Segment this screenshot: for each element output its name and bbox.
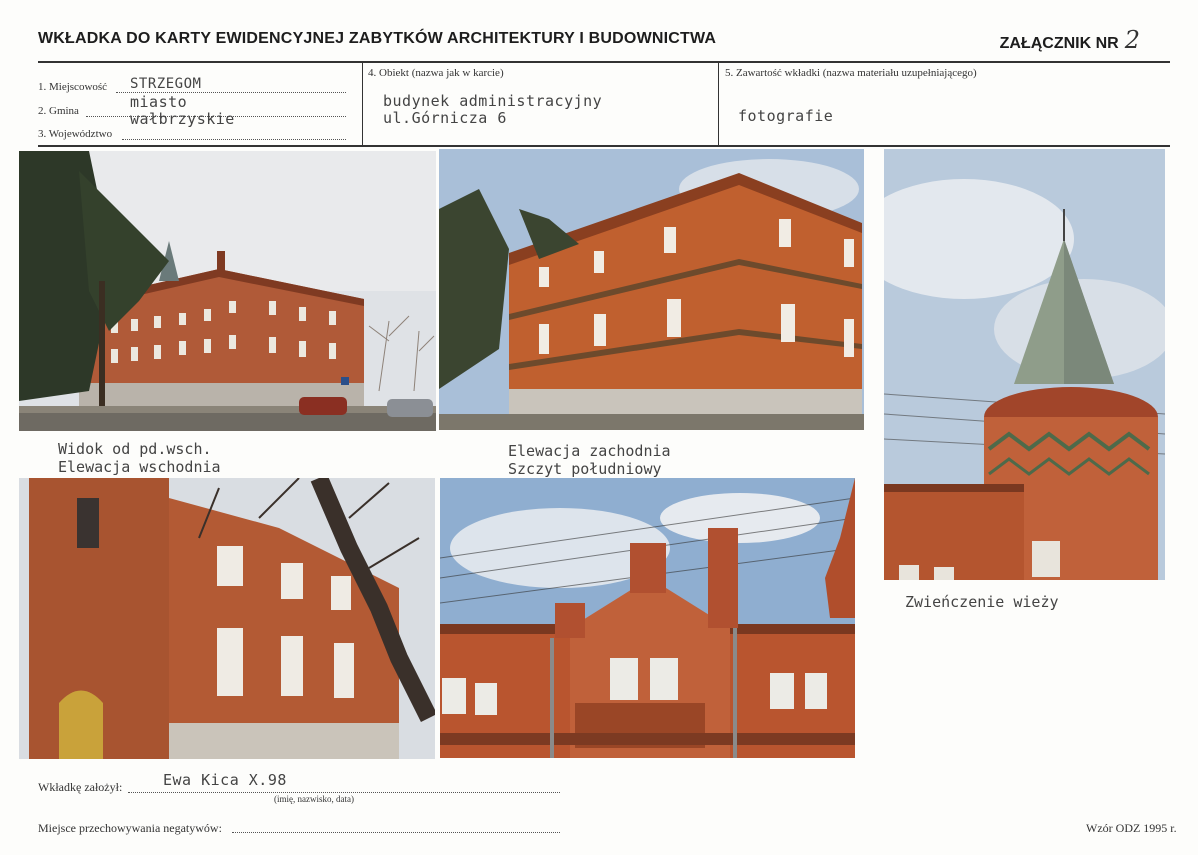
field-object-value-line1: budynek administracyjny bbox=[383, 92, 603, 110]
field-commune-value: miasto bbox=[130, 93, 188, 111]
photo-east-elevation bbox=[19, 478, 435, 759]
field-voivodeship-label: 3. Województwo bbox=[38, 128, 113, 140]
author-value: Ewa Kica X.98 bbox=[163, 771, 287, 789]
field-locality-label: 1. Miejscowość bbox=[38, 81, 108, 93]
document-title: WKŁADKA DO KARTY EWIDENCYJNEJ ZABYTKÓW A… bbox=[38, 30, 717, 47]
photo-tower-crown bbox=[884, 149, 1165, 580]
field-voivodeship-line bbox=[122, 139, 346, 140]
author-hint: (imię, nazwisko, data) bbox=[274, 794, 354, 804]
annex-number: 2 bbox=[1124, 26, 1140, 54]
caption-photo1-line1: Widok od pd.wsch. bbox=[58, 440, 212, 458]
author-label: Wkładkę założył: bbox=[38, 780, 123, 794]
field-commune-label: 2. Gmina bbox=[38, 105, 79, 117]
header-bottom-rule bbox=[38, 145, 1170, 147]
negatives-label: Miejsce przechowywania negatywów: bbox=[38, 821, 222, 835]
author-line bbox=[128, 792, 560, 793]
field-object-value-line2: ul.Górnicza 6 bbox=[383, 109, 507, 127]
photo-south-gable bbox=[440, 478, 855, 758]
caption-photo2-line1: Elewacja zachodnia bbox=[508, 442, 671, 460]
field-voivodeship-value: wałbrzyskie bbox=[130, 110, 235, 128]
caption-photo2-line2: Szczyt południowy bbox=[508, 460, 662, 478]
caption-photo3: Zwieńczenie wieży bbox=[905, 593, 1059, 611]
field-locality-value: STRZEGOM bbox=[130, 76, 202, 92]
field-content-value: fotografie bbox=[738, 107, 834, 125]
photo-west-elevation bbox=[439, 149, 864, 430]
form-divider-2 bbox=[718, 63, 719, 145]
form-divider-1 bbox=[362, 63, 363, 145]
field-object-label: 4. Obiekt (nazwa jak w karcie) bbox=[368, 67, 504, 79]
header-top-rule bbox=[38, 61, 1170, 63]
annex-label-text: ZAŁĄCZNIK NR bbox=[999, 35, 1119, 52]
annex-label: ZAŁĄCZNIK NR 2 bbox=[1000, 26, 1140, 54]
negatives-line bbox=[232, 832, 560, 833]
photo-southeast-view bbox=[19, 151, 436, 431]
caption-photo1-line2: Elewacja wschodnia bbox=[58, 458, 221, 476]
form-model: Wzór ODZ 1995 r. bbox=[1086, 821, 1177, 835]
field-content-label: 5. Zawartość wkładki (nazwa materiału uz… bbox=[725, 67, 977, 79]
